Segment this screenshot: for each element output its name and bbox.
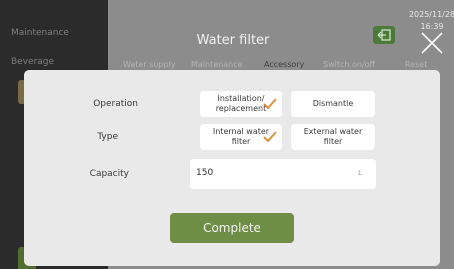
- checkmark-icon: [263, 131, 277, 142]
- option-external-water-filter[interactable]: External water filter: [291, 124, 375, 150]
- capacity-unit: L: [358, 169, 362, 177]
- option-dismantle[interactable]: Dismantle: [291, 91, 375, 117]
- tab-accessory[interactable]: Accessory: [264, 60, 304, 69]
- option-internal-water-filter[interactable]: Internal water filter: [200, 124, 282, 150]
- option-external-water-filter-label: External water filter: [303, 127, 363, 146]
- datetime: 2025/11/28 16:39: [407, 9, 454, 33]
- type-label: Type: [97, 132, 118, 142]
- option-installation-replacement[interactable]: Installation/ replacement: [200, 91, 282, 117]
- tab-water-supply[interactable]: Water supply: [123, 60, 176, 69]
- tab-reset[interactable]: Reset: [405, 60, 427, 69]
- complete-button-label: Complete: [203, 221, 261, 235]
- capacity-value: 150: [196, 168, 214, 178]
- option-dismantle-label: Dismantle: [312, 99, 354, 108]
- tab-maintenance[interactable]: Maintenance: [191, 60, 243, 69]
- page-title: Water filter: [196, 33, 270, 48]
- exit-icon: [377, 29, 391, 41]
- capacity-label: Capacity: [89, 169, 129, 179]
- date-text: 2025/11/28: [408, 10, 454, 19]
- checkmark-icon: [263, 98, 277, 109]
- back-button[interactable]: [373, 26, 395, 44]
- operation-label: Operation: [93, 99, 138, 109]
- close-icon[interactable]: [420, 31, 444, 55]
- complete-button[interactable]: Complete: [170, 213, 294, 243]
- sidebar-item-maintenance[interactable]: Maintenance: [11, 28, 69, 38]
- water-filter-dialog: Operation Installation/ replacement Dism…: [24, 70, 440, 266]
- capacity-input[interactable]: 150 L: [190, 159, 376, 189]
- tab-switch-on-off[interactable]: Switch on/off: [323, 60, 375, 69]
- sidebar-item-beverage[interactable]: Beverage: [11, 57, 54, 67]
